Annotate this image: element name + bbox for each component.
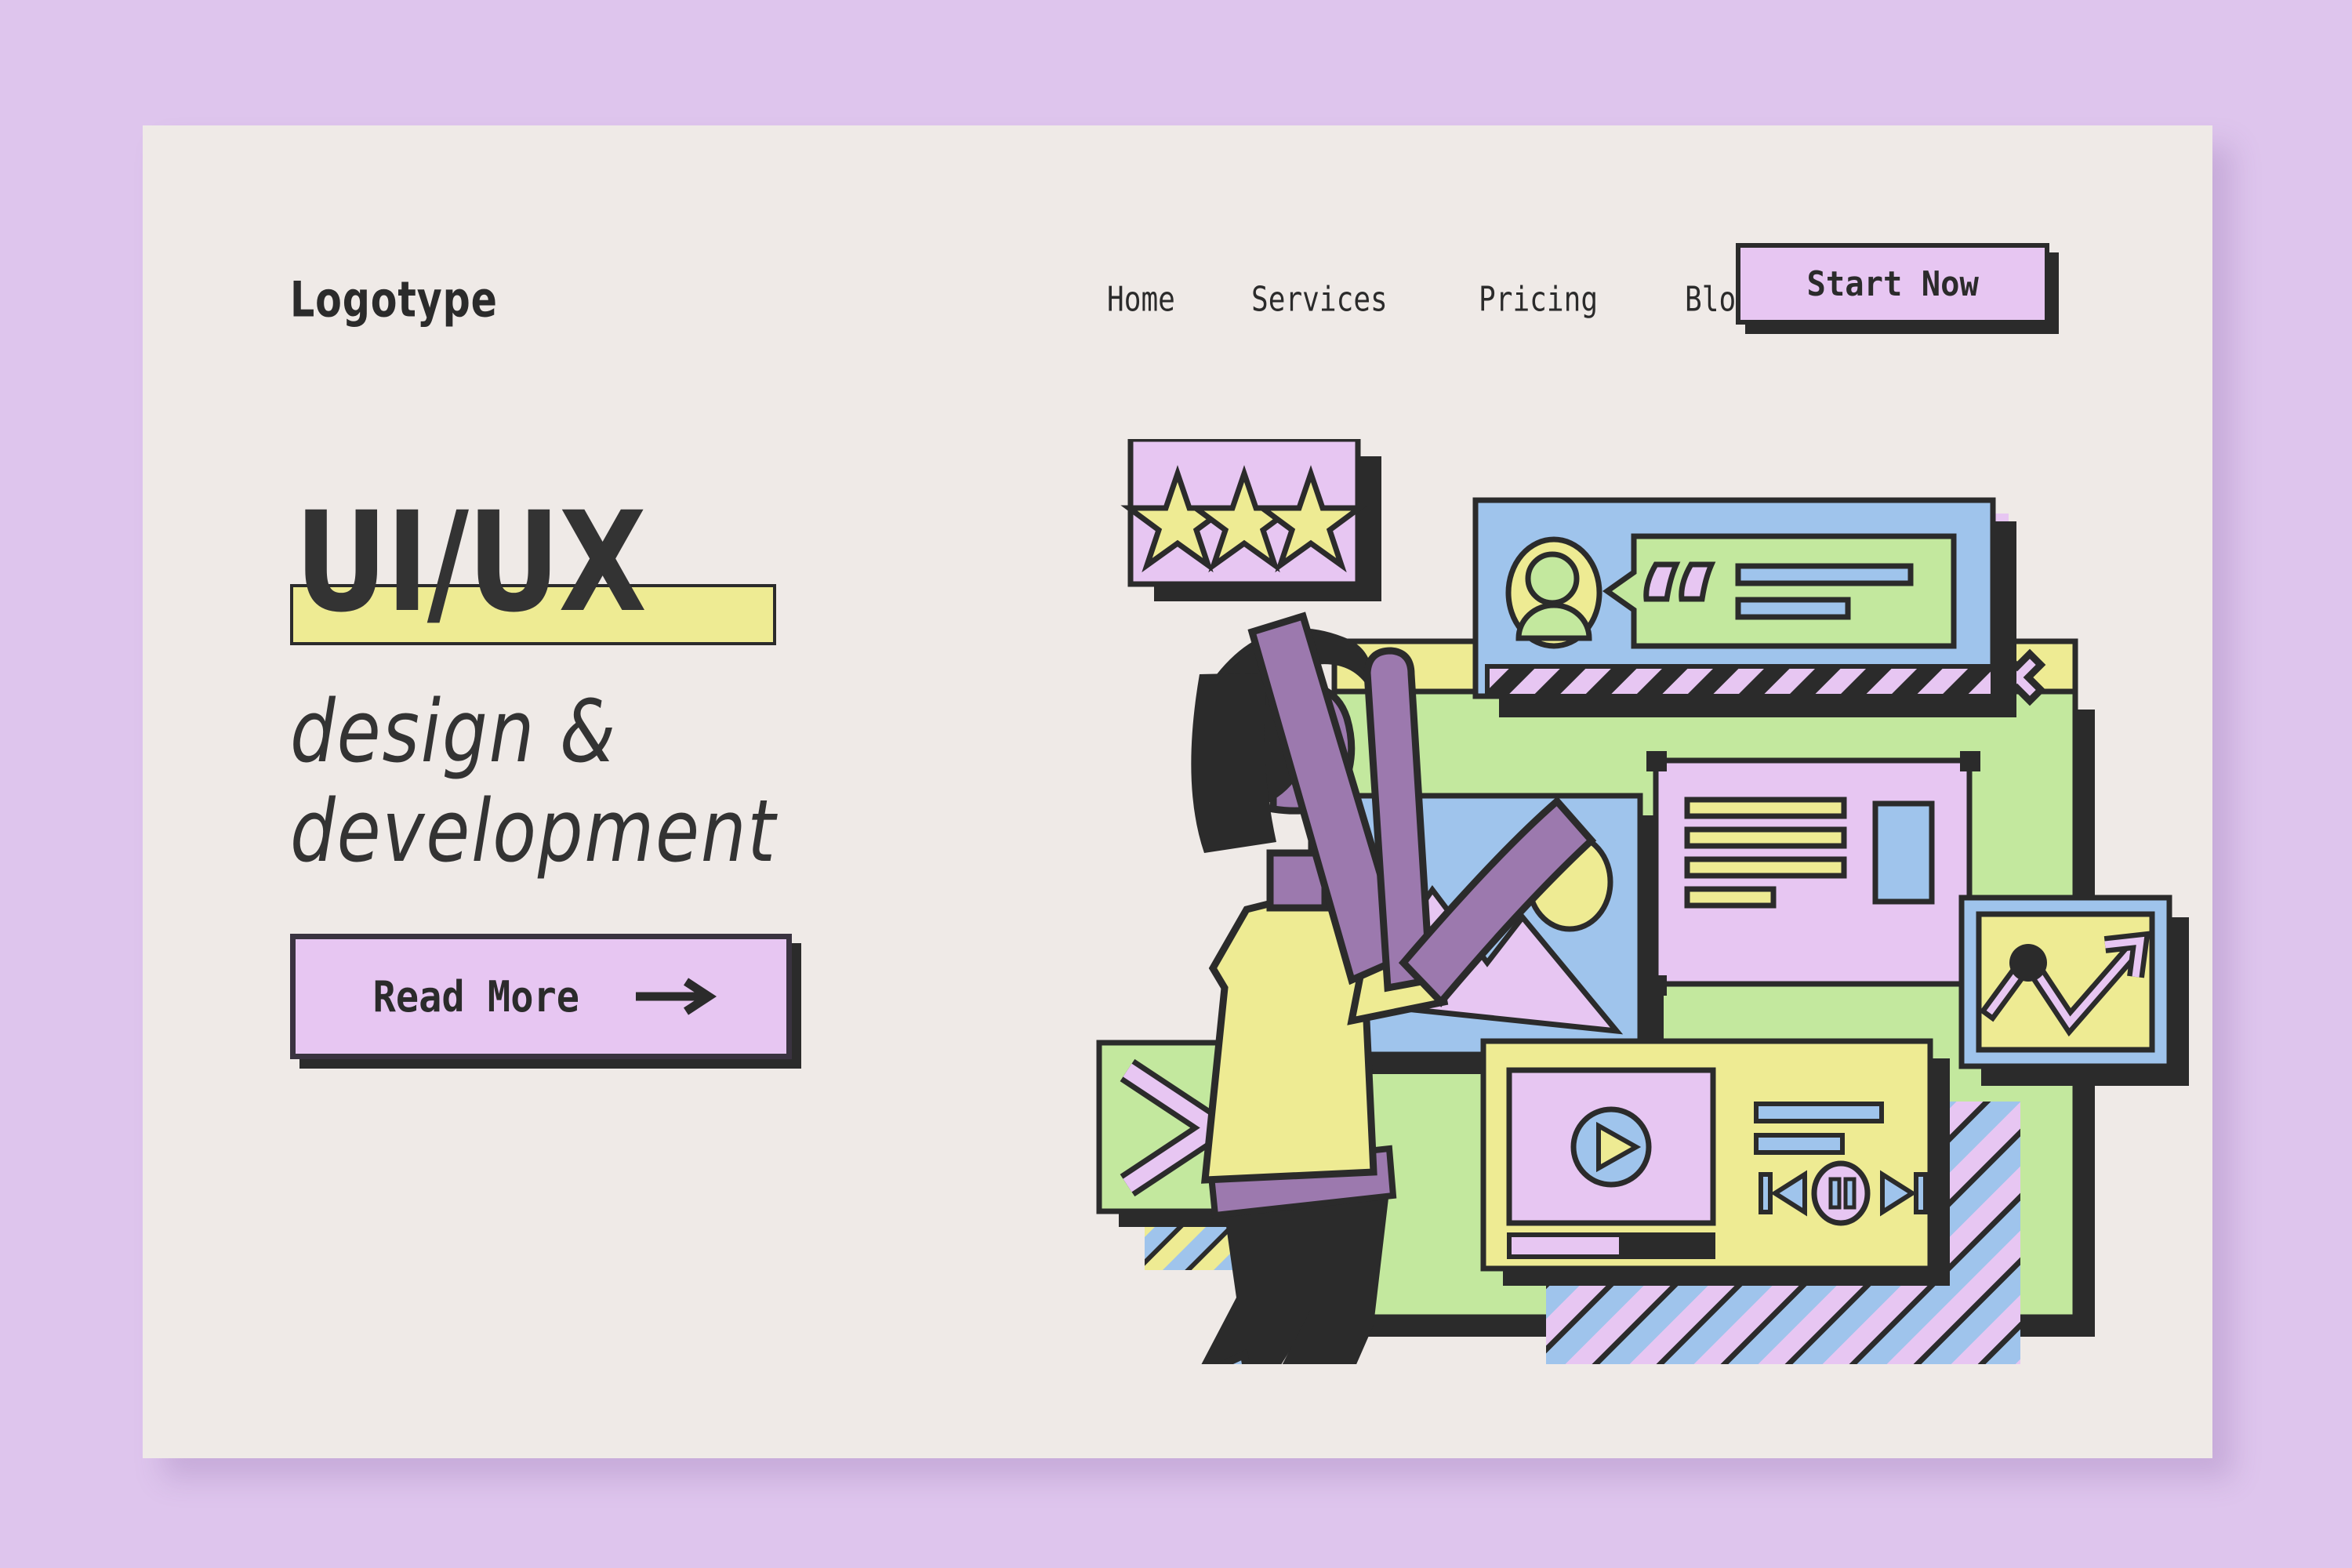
play-circle-icon[interactable] [1570, 1106, 1652, 1188]
user-avatar-icon [1505, 536, 1602, 649]
nav-link-pricing[interactable]: Pricing [1479, 280, 1598, 320]
start-now-button-label: Start Now [1806, 263, 1979, 304]
nav-link-services[interactable]: Services [1251, 280, 1388, 320]
page-root: Logotype Home Services Pricing Blog Star… [0, 0, 2352, 1568]
media-progress-fill [1507, 1232, 1624, 1259]
quote-line-2 [1735, 597, 1851, 620]
review-panel-stripe-bar [1485, 664, 1995, 699]
nav-link-home[interactable]: Home [1107, 280, 1175, 320]
start-now-button-wrap: Start Now [1736, 243, 2059, 334]
character-hair-back [1191, 673, 1276, 853]
hero-section: UI/UX design & development Read More [290, 494, 1152, 1069]
logotype[interactable]: Logotype [290, 271, 498, 328]
hero-headline-wrap: UI/UX [290, 494, 1152, 659]
pause-circle-icon[interactable] [1811, 1160, 1871, 1226]
start-now-button[interactable]: Start Now [1736, 243, 2049, 325]
media-title-line-1 [1754, 1102, 1884, 1123]
read-more-button[interactable]: Read More [290, 934, 792, 1059]
read-more-button-label: Read More [372, 971, 579, 1022]
arrow-right-icon [636, 978, 717, 1015]
media-title-line-2 [1754, 1133, 1845, 1155]
hero-subheadline: design & development [290, 681, 777, 881]
quote-line-1 [1735, 563, 1914, 586]
ui-ux-design-illustration [1076, 439, 2189, 1364]
read-more-button-wrap: Read More [290, 934, 801, 1069]
hero-headline: UI/UX [295, 482, 647, 643]
quote-bubble [1602, 533, 1957, 649]
landing-page-card: Logotype Home Services Pricing Blog Star… [143, 125, 2212, 1458]
main-navigation: Home Services Pricing Blog [1107, 280, 1768, 320]
site-header: Logotype Home Services Pricing Blog Star… [143, 125, 2212, 334]
text-card-thumbnail [1872, 800, 1935, 905]
